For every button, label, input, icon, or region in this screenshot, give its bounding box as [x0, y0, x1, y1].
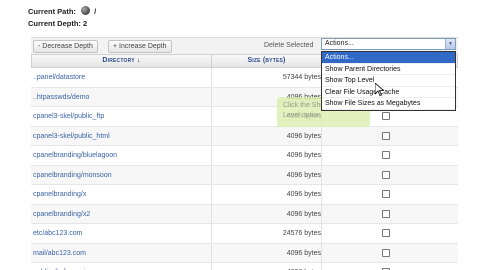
- header-size[interactable]: Size (bytes): [212, 55, 322, 67]
- column-divider: [211, 224, 212, 243]
- dropdown-option[interactable]: Show Top Level: [322, 75, 455, 87]
- delete-checkbox[interactable]: [382, 112, 390, 120]
- dropdown-option[interactable]: Actions...: [322, 52, 455, 64]
- table-row: cpanel3-skel/public_html 4096 bytes: [31, 126, 458, 146]
- delete-checkbox[interactable]: [382, 248, 390, 257]
- column-divider: [211, 146, 212, 165]
- directory-size: 4096 bytes: [286, 191, 321, 198]
- delete-checkbox[interactable]: [382, 170, 390, 179]
- directory-link[interactable]: ..htpasswds/demo: [33, 94, 89, 101]
- directory-size: 57344 bytes: [282, 74, 321, 81]
- directory-link[interactable]: cpanelbranding/monsoon: [33, 172, 112, 179]
- directory-size: 4096 bytes: [286, 152, 321, 159]
- table-row: cpanelbranding/x 4096 bytes: [31, 185, 458, 205]
- current-path-label: Current Path:: [28, 7, 76, 16]
- directory-link[interactable]: mail/abc123.com: [33, 250, 86, 257]
- tooltip-line-2: Level option: [283, 112, 321, 119]
- table-row: cpanelbranding/bluelagoon 4096 bytes: [31, 146, 458, 166]
- directory-link[interactable]: cpanelbranding/x2: [33, 211, 90, 218]
- actions-select-value: Actions...: [325, 40, 354, 47]
- column-divider: [211, 204, 212, 223]
- delete-checkbox[interactable]: [382, 209, 390, 218]
- chevron-down-icon[interactable]: ▼: [445, 39, 455, 49]
- column-divider: [321, 146, 322, 165]
- column-divider: [211, 165, 212, 184]
- column-divider: [211, 243, 212, 262]
- table-row: mail/abc123.com 4096 bytes: [31, 243, 458, 263]
- directory-link[interactable]: cpanel3-skel/public_ftp: [33, 113, 104, 120]
- current-depth-label: Current Depth:: [28, 19, 81, 28]
- column-divider: [321, 243, 322, 262]
- delete-checkbox[interactable]: [382, 131, 390, 140]
- column-divider: [321, 204, 322, 223]
- column-divider: [321, 126, 322, 145]
- column-divider: [321, 263, 322, 270]
- column-divider: [321, 165, 322, 184]
- column-divider: [211, 263, 212, 270]
- table-row: public_ftp/incoming4096 bytes: [31, 263, 458, 270]
- header-directory[interactable]: Directory ↓: [32, 55, 212, 67]
- directory-link[interactable]: cpanelbranding/bluelagoon: [33, 152, 117, 159]
- column-divider: [211, 185, 212, 204]
- mouse-cursor-icon: [375, 83, 384, 96]
- column-divider: [211, 87, 212, 106]
- dropdown-option[interactable]: Show File Sizes as Megabytes: [322, 98, 455, 110]
- path-info: Current Path: / Current Depth: 2: [28, 6, 96, 30]
- dropdown-option[interactable]: Show Parent Directories: [322, 64, 455, 75]
- current-path-value: /: [94, 7, 97, 16]
- directory-link[interactable]: etc/abc123.com: [33, 230, 82, 237]
- table-row: cpanelbranding/monsoon 4096 bytes: [31, 165, 458, 185]
- column-divider: [211, 107, 212, 126]
- globe-icon: [81, 6, 91, 15]
- directory-size: 4096 bytes: [286, 171, 321, 179]
- current-depth-row: Current Depth: 2: [28, 18, 96, 30]
- delete-selected-label: Delete Selected: [264, 42, 314, 49]
- column-divider: [211, 68, 212, 87]
- column-divider: [321, 185, 322, 204]
- table-row: cpanelbranding/x2 4096 bytes: [31, 204, 458, 224]
- column-divider: [321, 224, 322, 243]
- directory-link[interactable]: ..panel/datastore: [33, 74, 85, 81]
- directory-link[interactable]: cpanelbranding/x: [33, 191, 86, 198]
- current-path-row: Current Path: /: [28, 6, 96, 18]
- dropdown-option[interactable]: Clear File Usage Cache: [322, 87, 455, 98]
- delete-checkbox[interactable]: [382, 190, 390, 198]
- table-row: etc/abc123.com 24576 bytes: [31, 224, 458, 244]
- directory-size: 4096 bytes: [286, 132, 321, 140]
- increase-depth-button[interactable]: + Increase Depth: [108, 40, 172, 53]
- delete-checkbox[interactable]: [382, 151, 390, 159]
- current-depth-value: 2: [83, 19, 88, 28]
- directory-size: 24576 bytes: [282, 230, 321, 237]
- directory-size: 4096 bytes: [286, 210, 321, 218]
- directory-link[interactable]: cpanel3-skel/public_html: [33, 133, 110, 140]
- actions-dropdown-menu: Actions... Show Parent Directories Show To…: [321, 51, 456, 111]
- delete-checkbox[interactable]: [382, 229, 390, 237]
- decrease-depth-button[interactable]: - Decrease Depth: [33, 40, 98, 53]
- directory-size: 4096 bytes: [286, 249, 321, 257]
- actions-select[interactable]: Actions... ▼: [321, 38, 456, 50]
- column-divider: [211, 126, 212, 145]
